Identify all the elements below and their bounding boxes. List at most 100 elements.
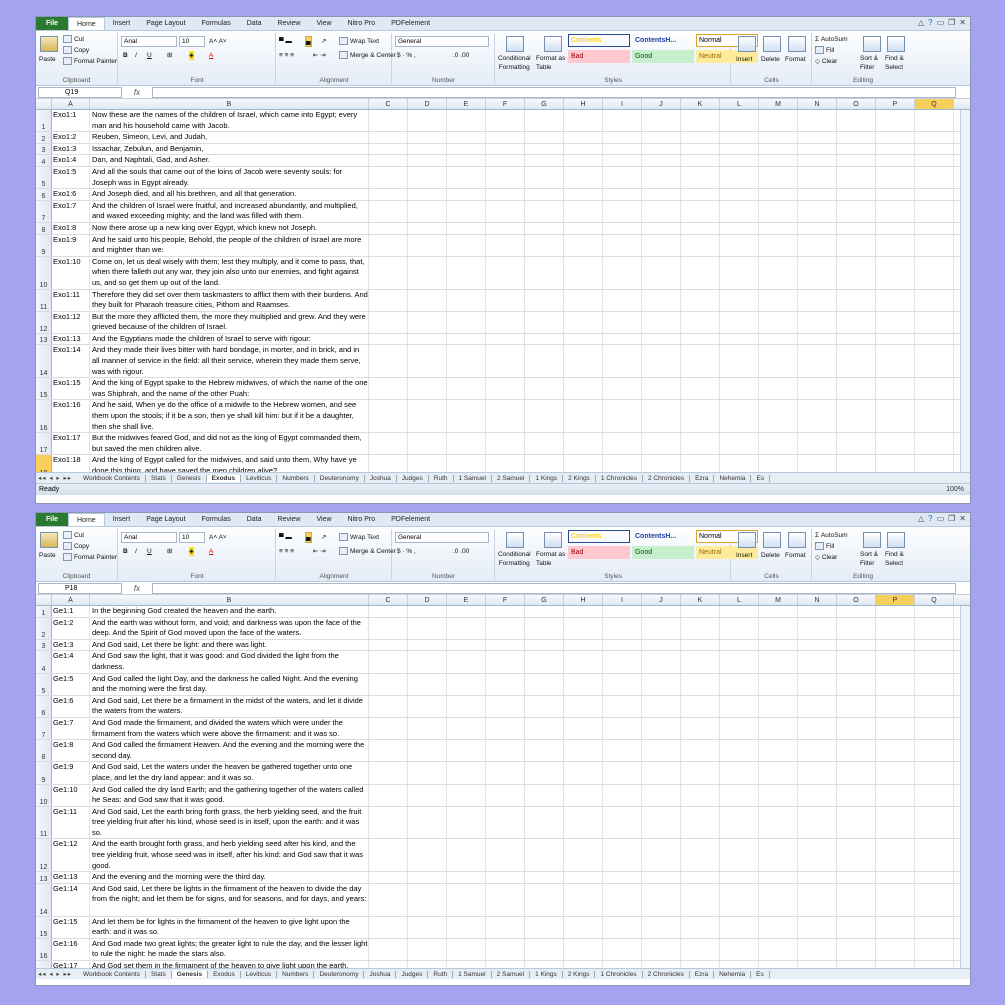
- font-name-select[interactable]: Arial: [121, 36, 177, 47]
- orientation-icon[interactable]: ↗: [321, 533, 326, 542]
- row-header[interactable]: 3: [36, 143, 52, 155]
- cell-verse-text[interactable]: Therefore they did set over them taskmas…: [90, 289, 369, 311]
- sheet-tab-workbook-contents[interactable]: Workbook Contents: [78, 474, 146, 482]
- ribbon-tab-pdfelement[interactable]: PDFelement: [383, 17, 438, 30]
- ribbon-tab-page-layout[interactable]: Page Layout: [138, 513, 193, 526]
- cell-verse-text[interactable]: And the king of Egypt called for the mid…: [90, 455, 369, 472]
- row-header[interactable]: 14: [36, 883, 52, 916]
- row-header[interactable]: 16: [36, 938, 52, 961]
- restore-icon[interactable]: ❐: [948, 514, 955, 523]
- ribbon-tab-view[interactable]: View: [308, 513, 339, 526]
- cell-reference[interactable]: Ge1:8: [52, 740, 90, 762]
- format-as-table-icon[interactable]: [544, 532, 562, 548]
- row-header[interactable]: 2: [36, 132, 52, 143]
- cell-reference[interactable]: Exo1:15: [52, 378, 90, 400]
- empty-cells[interactable]: [369, 695, 970, 717]
- ribbon-tab-nitro-pro[interactable]: Nitro Pro: [340, 513, 384, 526]
- cell-verse-text[interactable]: And the earth was without form, and void…: [90, 617, 369, 639]
- style-contents[interactable]: Contents: [568, 530, 630, 543]
- row-header[interactable]: 17: [36, 433, 52, 455]
- cell-reference[interactable]: Ge1:6: [52, 695, 90, 717]
- column-header-e[interactable]: E: [447, 99, 486, 109]
- empty-cells[interactable]: [369, 872, 970, 883]
- formula-input[interactable]: [152, 582, 956, 594]
- cell-verse-text[interactable]: And God called the light Day, and the da…: [90, 673, 369, 695]
- wrap-text-button[interactable]: Wrap Text: [339, 37, 379, 46]
- cell-reference[interactable]: Ge1:1: [52, 606, 90, 617]
- sheet-tab-1-chronicles[interactable]: 1 Chronicles: [595, 970, 643, 978]
- cell-reference[interactable]: Ge1:11: [52, 806, 90, 839]
- vertical-scrollbar[interactable]: [960, 606, 970, 968]
- row-header[interactable]: 1: [36, 606, 52, 617]
- row-header[interactable]: 9: [36, 762, 52, 784]
- row-header[interactable]: 9: [36, 234, 52, 256]
- wrap-text-button[interactable]: Wrap Text: [339, 533, 379, 542]
- empty-cells[interactable]: [369, 938, 970, 961]
- sheet-tab-1-kings[interactable]: 1 Kings: [530, 970, 563, 978]
- sheet-tab-ezra[interactable]: Ezra: [690, 970, 715, 978]
- row-header[interactable]: 2: [36, 617, 52, 639]
- column-header-a[interactable]: A: [52, 99, 90, 109]
- cell-verse-text[interactable]: And God said, Let there be lights in the…: [90, 883, 369, 916]
- empty-cells[interactable]: [369, 143, 970, 155]
- cell-verse-text[interactable]: And God said, Let there be light: and th…: [90, 639, 369, 651]
- cell-verse-text[interactable]: And he said, When ye do the office of a …: [90, 400, 369, 433]
- column-header-i[interactable]: I: [603, 595, 642, 605]
- cell-verse-text[interactable]: And let them be for lights in the firmam…: [90, 916, 369, 938]
- format-button[interactable]: Format: [785, 55, 806, 64]
- indent-icon[interactable]: ⇤ ⇥: [313, 51, 326, 60]
- empty-cells[interactable]: [369, 234, 970, 256]
- cell-verse-text[interactable]: Reuben, Simeon, Levi, and Judah,: [90, 132, 369, 143]
- empty-cells[interactable]: [369, 311, 970, 333]
- cell-verse-text[interactable]: And God said, Let there be a firmament i…: [90, 695, 369, 717]
- row-header[interactable]: 12: [36, 839, 52, 872]
- sheet-tab-exodus[interactable]: Exodus: [208, 970, 241, 978]
- row-header[interactable]: 13: [36, 333, 52, 345]
- sheet-tab-judges[interactable]: Judges: [396, 970, 429, 978]
- ribbon-tab-page-layout[interactable]: Page Layout: [138, 17, 193, 30]
- delete-cells-icon[interactable]: [763, 36, 781, 52]
- select-all-corner[interactable]: [36, 595, 52, 605]
- column-header-q[interactable]: Q: [915, 99, 954, 109]
- cell-reference[interactable]: Ge1:17: [52, 961, 90, 968]
- column-header-g[interactable]: G: [525, 595, 564, 605]
- sheet-tab-1-samuel[interactable]: 1 Samuel: [453, 970, 492, 978]
- sort-filter-icon[interactable]: [863, 36, 881, 52]
- sheet-tab-leviticus[interactable]: Leviticus: [241, 474, 278, 482]
- cell-reference[interactable]: Exo1:9: [52, 234, 90, 256]
- ribbon-tab-formulas[interactable]: Formulas: [194, 513, 239, 526]
- cell-verse-text[interactable]: And the Egyptians made the children of I…: [90, 333, 369, 345]
- cell-reference[interactable]: Exo1:1: [52, 110, 90, 132]
- ribbon-tab-review[interactable]: Review: [270, 513, 309, 526]
- function-icon[interactable]: fx: [122, 584, 152, 593]
- style-contents-h[interactable]: ContentsH...: [632, 530, 694, 543]
- cell-verse-text[interactable]: Now there arose up a new king over Egypt…: [90, 222, 369, 234]
- column-header-j[interactable]: J: [642, 99, 681, 109]
- format-cells-icon[interactable]: [788, 532, 806, 548]
- align-top-icon[interactable]: ▀ ▬: [279, 533, 292, 542]
- cell-verse-text[interactable]: And God said, Let the earth bring forth …: [90, 806, 369, 839]
- cut-button[interactable]: Cut: [63, 35, 84, 44]
- cell-verse-text[interactable]: And God said, Let the waters under the h…: [90, 762, 369, 784]
- cell-grid[interactable]: 1 Ge1:1 In the beginning God created the h…: [36, 606, 970, 968]
- empty-cells[interactable]: [369, 256, 970, 289]
- cell-verse-text[interactable]: And they made their lives bitter with ha…: [90, 345, 369, 378]
- column-header-h[interactable]: H: [564, 595, 603, 605]
- orientation-icon[interactable]: ↗: [321, 37, 326, 46]
- border-icon[interactable]: ⊞: [167, 547, 172, 556]
- cell-reference[interactable]: Exo1:3: [52, 143, 90, 155]
- ribbon-minimize-icon[interactable]: △: [918, 514, 924, 523]
- style-good[interactable]: Good: [632, 50, 694, 63]
- cell-verse-text[interactable]: But the midwives feared God, and did not…: [90, 433, 369, 455]
- italic-icon[interactable]: I: [135, 51, 137, 60]
- sheet-tab-exodus[interactable]: Exodus: [206, 474, 242, 482]
- column-header-k[interactable]: K: [681, 99, 720, 109]
- sheet-tab-stats[interactable]: Stats: [146, 970, 172, 978]
- column-header-m[interactable]: M: [759, 99, 798, 109]
- column-header-p[interactable]: P: [876, 99, 915, 109]
- cell-reference[interactable]: Exo1:5: [52, 166, 90, 189]
- cell-verse-text[interactable]: Now these are the names of the children …: [90, 110, 369, 132]
- cell-reference[interactable]: Exo1:2: [52, 132, 90, 143]
- column-header-l[interactable]: L: [720, 595, 759, 605]
- autosum-button[interactable]: Σ AutoSum: [815, 531, 848, 540]
